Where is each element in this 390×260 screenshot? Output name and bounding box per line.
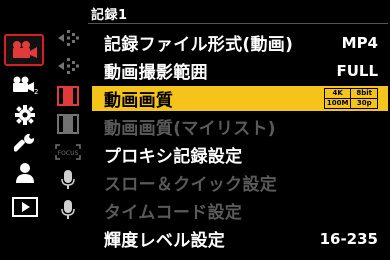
header-divider xyxy=(88,23,388,24)
menu-item-slow-quick[interactable]: スロー＆クイック設定 xyxy=(92,170,388,195)
badge-bit-depth: 8bit xyxy=(351,89,377,98)
wrench-icon xyxy=(14,133,35,152)
badge-resolution: 4K xyxy=(324,89,351,98)
focus-arrows-icon xyxy=(58,58,79,74)
badge-frame-rate: 30p xyxy=(351,99,377,108)
menu-item-value: MP4 xyxy=(341,33,378,52)
video-camera-icon xyxy=(13,41,37,58)
focus-box-label: FOCUS xyxy=(58,150,79,157)
rec-quality-badge: 4K 8bit 100M 30p xyxy=(323,88,378,109)
subcategory-af-2[interactable] xyxy=(54,54,82,78)
menu-item-proxy-recording[interactable]: プロキシ記録設定 xyxy=(92,142,388,167)
subcategory-audio-2[interactable] xyxy=(54,198,82,222)
menu-item-label: プロキシ記録設定 xyxy=(104,147,243,167)
menu-item-label: 動画画質(マイリスト) xyxy=(104,119,276,139)
gear-icon xyxy=(15,105,35,125)
film-icon xyxy=(57,114,79,134)
category-number-label: 2 xyxy=(34,88,38,95)
category-my-menu-tab[interactable] xyxy=(8,160,42,186)
focus-box-icon: FOCUS xyxy=(55,144,81,160)
person-icon xyxy=(16,163,34,183)
category-setup-tab[interactable] xyxy=(8,130,42,156)
badge-bitrate: 100M xyxy=(324,99,351,108)
menu-item-label: 記録ファイル形式(動画) xyxy=(104,35,294,55)
menu-item-rec-file-format[interactable]: 記録ファイル形式(動画) MP4 xyxy=(92,30,388,56)
menu-item-label: 動画画質 xyxy=(104,91,174,111)
subcategory-audio-1[interactable] xyxy=(54,168,82,192)
film-icon xyxy=(57,86,79,106)
category-custom-tab[interactable] xyxy=(8,102,42,128)
subcategory-column: FOCUS xyxy=(50,24,84,254)
category-video2-tab[interactable]: 2 xyxy=(8,72,42,98)
camera-menu-screen: 記録1 2 FOCUS 記録ファイル形式(動画) MP4 動画撮影範囲 FULL… xyxy=(0,0,390,260)
menu-item-label: タイムコード設定 xyxy=(104,203,243,223)
subcategory-focus[interactable]: FOCUS xyxy=(54,140,82,164)
menu-item-rec-quality[interactable]: 動画画質 4K 8bit 100M 30p xyxy=(92,86,388,111)
menu-item-label: 輝度レベル設定 xyxy=(104,231,226,251)
playback-icon xyxy=(12,197,38,217)
subcategory-film-active[interactable] xyxy=(54,84,82,108)
subcategory-film[interactable] xyxy=(54,112,82,136)
menu-item-rec-quality-my-list[interactable]: 動画画質(マイリスト) xyxy=(92,114,388,139)
microphone-icon xyxy=(61,170,75,189)
category-video-tab[interactable] xyxy=(4,34,44,66)
menu-item-time-code[interactable]: タイムコード設定 xyxy=(92,198,388,223)
focus-arrows-icon xyxy=(58,30,79,46)
category-column: 2 xyxy=(0,0,48,260)
video-camera-2-icon: 2 xyxy=(13,76,38,95)
category-playback-tab[interactable] xyxy=(8,194,42,220)
menu-item-label: 動画撮影範囲 xyxy=(104,63,208,83)
menu-page-title: 記録1 xyxy=(91,8,128,23)
menu-item-value: 16-235 xyxy=(319,229,378,248)
microphone-icon xyxy=(61,200,75,219)
menu-item-image-area[interactable]: 動画撮影範囲 FULL xyxy=(92,58,388,84)
menu-item-luminance-level[interactable]: 輝度レベル設定 16-235 xyxy=(92,226,388,252)
menu-item-value: FULL xyxy=(336,61,378,80)
subcategory-af-1[interactable] xyxy=(54,26,82,50)
menu-item-label: スロー＆クイック設定 xyxy=(104,175,277,195)
